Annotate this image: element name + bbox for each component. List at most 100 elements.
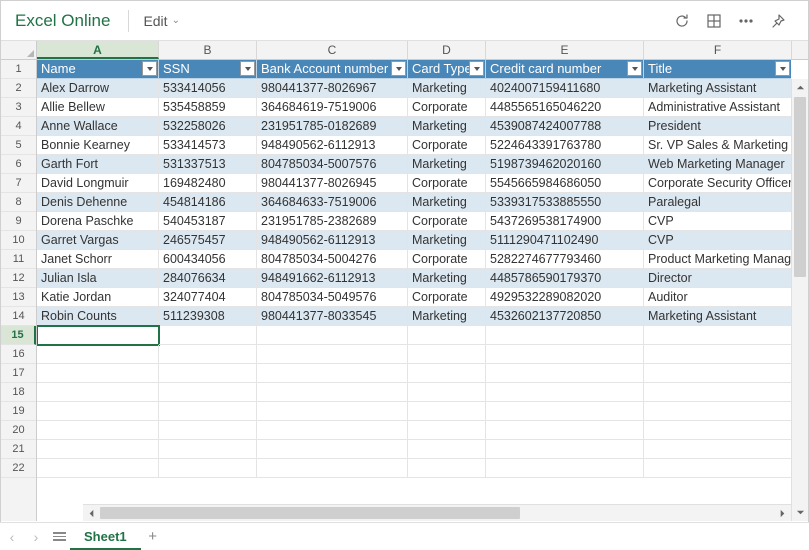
cell[interactable]: 5545665984686050: [486, 174, 644, 193]
filter-button[interactable]: [627, 61, 642, 76]
cell[interactable]: 948490562-6112913: [257, 231, 408, 250]
header-cell-title[interactable]: Title: [644, 60, 791, 79]
cell[interactable]: [408, 383, 486, 402]
cell[interactable]: 511239308: [159, 307, 257, 326]
row-header-3[interactable]: 3: [1, 98, 36, 117]
cell[interactable]: Dorena Paschke: [37, 212, 159, 231]
cell[interactable]: [644, 402, 791, 421]
row-header-13[interactable]: 13: [1, 288, 36, 307]
cell[interactable]: 169482480: [159, 174, 257, 193]
cell[interactable]: Paralegal: [644, 193, 791, 212]
col-header-A[interactable]: A: [37, 41, 159, 59]
row-header-2[interactable]: 2: [1, 79, 36, 98]
cell[interactable]: Web Marketing Manager: [644, 155, 791, 174]
cell[interactable]: [644, 345, 791, 364]
cell[interactable]: [257, 440, 408, 459]
cell[interactable]: Product Marketing Manager: [644, 250, 791, 269]
cell[interactable]: Sr. VP Sales & Marketing: [644, 136, 791, 155]
cell[interactable]: 5111290471102490: [486, 231, 644, 250]
cell[interactable]: [644, 383, 791, 402]
cell[interactable]: Marketing: [408, 307, 486, 326]
cell[interactable]: Corporate: [408, 288, 486, 307]
cell[interactable]: 231951785-2382689: [257, 212, 408, 231]
horizontal-scroll-thumb[interactable]: [100, 507, 520, 519]
cell[interactable]: [408, 402, 486, 421]
row-header-10[interactable]: 10: [1, 231, 36, 250]
more-icon[interactable]: [730, 5, 762, 37]
cell[interactable]: 980441377-8033545: [257, 307, 408, 326]
cell[interactable]: 4024007159411680: [486, 79, 644, 98]
cell[interactable]: 804785034-5049576: [257, 288, 408, 307]
row-header-9[interactable]: 9: [1, 212, 36, 231]
select-all-corner[interactable]: [1, 41, 37, 60]
cell[interactable]: CVP: [644, 212, 791, 231]
cell[interactable]: [486, 326, 644, 345]
cell[interactable]: [408, 421, 486, 440]
pin-icon[interactable]: [762, 5, 794, 37]
cell[interactable]: 540453187: [159, 212, 257, 231]
cell[interactable]: 5437269538174900: [486, 212, 644, 231]
cell[interactable]: Garth Fort: [37, 155, 159, 174]
cell[interactable]: Marketing Assistant: [644, 79, 791, 98]
col-header-C[interactable]: C: [257, 41, 408, 59]
cell[interactable]: 454814186: [159, 193, 257, 212]
cell[interactable]: [486, 383, 644, 402]
cell[interactable]: 364684619-7519006: [257, 98, 408, 117]
scroll-down-icon[interactable]: [792, 504, 808, 521]
cell[interactable]: [644, 421, 791, 440]
cell[interactable]: [159, 440, 257, 459]
filter-button[interactable]: [775, 61, 790, 76]
cell[interactable]: 535458859: [159, 98, 257, 117]
header-cell-credit-card-number[interactable]: Credit card number: [486, 60, 644, 79]
row-header-4[interactable]: 4: [1, 117, 36, 136]
cell[interactable]: 231951785-0182689: [257, 117, 408, 136]
cell[interactable]: [159, 459, 257, 478]
cell[interactable]: [486, 459, 644, 478]
scroll-up-icon[interactable]: [792, 79, 808, 96]
cell[interactable]: 600434056: [159, 250, 257, 269]
cell[interactable]: Marketing: [408, 193, 486, 212]
header-cell-card-type[interactable]: Card Type: [408, 60, 486, 79]
cell[interactable]: 980441377-8026967: [257, 79, 408, 98]
cell[interactable]: Marketing: [408, 269, 486, 288]
cell[interactable]: President: [644, 117, 791, 136]
cell[interactable]: 4532602137720850: [486, 307, 644, 326]
cell[interactable]: Denis Dehenne: [37, 193, 159, 212]
row-header-12[interactable]: 12: [1, 269, 36, 288]
cell[interactable]: [257, 383, 408, 402]
cell[interactable]: Corporate: [408, 212, 486, 231]
filter-button[interactable]: [469, 61, 484, 76]
cell[interactable]: 4485786590179370: [486, 269, 644, 288]
cell[interactable]: Marketing Assistant: [644, 307, 791, 326]
cell[interactable]: [257, 421, 408, 440]
cell[interactable]: [644, 440, 791, 459]
cell[interactable]: [37, 459, 159, 478]
cell[interactable]: 531337513: [159, 155, 257, 174]
cell[interactable]: 4539087424007788: [486, 117, 644, 136]
cell[interactable]: [408, 326, 486, 345]
row-header-19[interactable]: 19: [1, 402, 36, 421]
col-header-B[interactable]: B: [159, 41, 257, 59]
refresh-icon[interactable]: [666, 5, 698, 37]
row-header-22[interactable]: 22: [1, 459, 36, 478]
row-header-18[interactable]: 18: [1, 383, 36, 402]
cell[interactable]: [257, 326, 408, 345]
add-sheet-button[interactable]: +: [141, 528, 165, 545]
cell[interactable]: [408, 345, 486, 364]
cell[interactable]: [37, 345, 159, 364]
sheet-nav-prev[interactable]: ‹: [0, 529, 24, 545]
col-header-E[interactable]: E: [486, 41, 644, 59]
vertical-scroll-thumb[interactable]: [794, 97, 806, 277]
cell[interactable]: [408, 459, 486, 478]
sheet-tab[interactable]: Sheet1: [70, 523, 141, 550]
filter-button[interactable]: [391, 61, 406, 76]
cell[interactable]: 532258026: [159, 117, 257, 136]
cell[interactable]: Robin Counts: [37, 307, 159, 326]
cell[interactable]: [486, 440, 644, 459]
cell[interactable]: 533414056: [159, 79, 257, 98]
cell[interactable]: 804785034-5004276: [257, 250, 408, 269]
cell[interactable]: [159, 383, 257, 402]
cell[interactable]: [486, 364, 644, 383]
cell[interactable]: 324077404: [159, 288, 257, 307]
cell[interactable]: [159, 402, 257, 421]
